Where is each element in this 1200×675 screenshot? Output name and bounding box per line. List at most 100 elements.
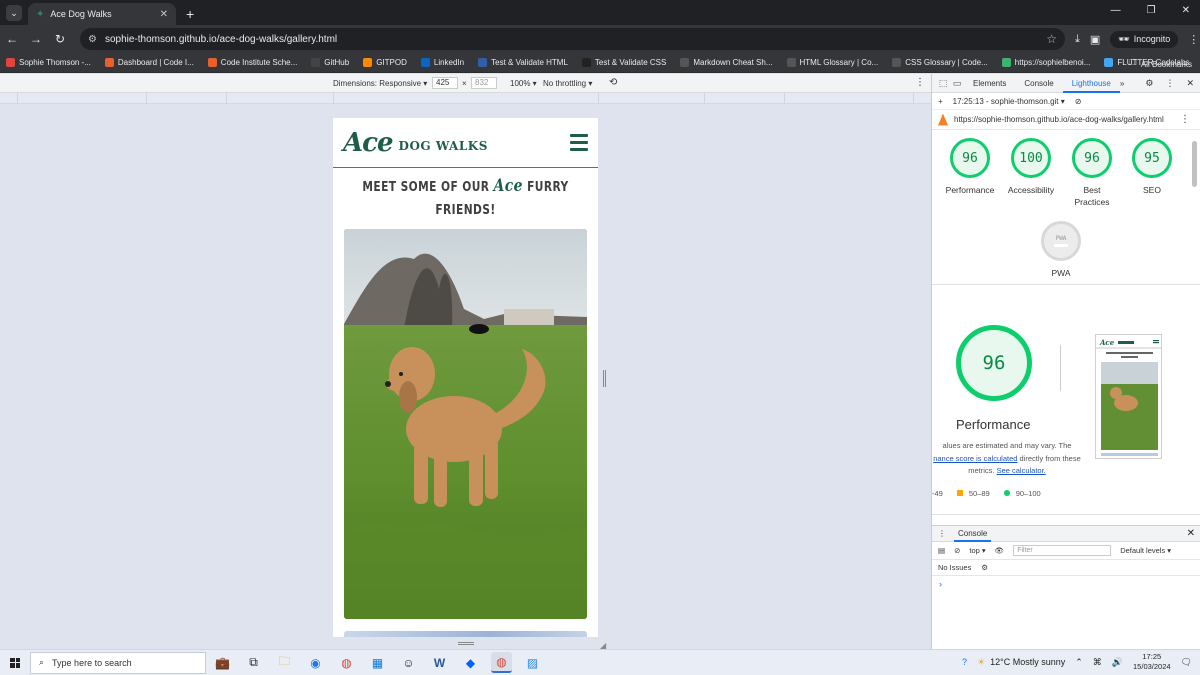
tab-console[interactable]: Console — [1015, 74, 1062, 93]
bookmark-item[interactable]: Test & Validate HTML — [478, 58, 568, 67]
photos-app-icon[interactable]: ▨ — [522, 652, 543, 673]
bookmark-item[interactable]: Markdown Cheat Sh... — [680, 58, 773, 67]
console-prompt[interactable]: › — [932, 576, 1200, 589]
page-screenshot-thumbnail[interactable]: Ace — [1095, 334, 1162, 459]
context-selector[interactable]: top ▾ — [969, 546, 985, 555]
drawer-menu-icon[interactable]: ⋮ — [938, 529, 946, 538]
hamburger-menu-icon[interactable] — [570, 134, 588, 151]
dimensions-dropdown[interactable]: Dimensions: Responsive ▾ — [333, 79, 427, 88]
resize-handle-bottom[interactable] — [458, 642, 474, 645]
score-performance[interactable]: 96 Performance — [940, 138, 1000, 196]
score-best-practices[interactable]: 96 Best Practices — [1062, 138, 1122, 208]
task-view-icon[interactable]: ⧉ — [243, 652, 264, 673]
lighthouse-scrollbar[interactable] — [1192, 139, 1199, 524]
drawer-close-icon[interactable]: ✕ — [1187, 528, 1200, 539]
bookmark-item[interactable]: https://sophielbenoi... — [1001, 58, 1090, 67]
site-info-icon[interactable]: ⚙ — [88, 34, 97, 45]
help-icon[interactable]: ? — [962, 657, 967, 667]
chrome-icon[interactable]: ◍ — [336, 652, 357, 673]
score-calculated-link[interactable]: nance score is calculated — [933, 454, 1017, 463]
tray-chevron-icon[interactable]: ⌃ — [1075, 657, 1083, 668]
device-toolbar-icon[interactable]: ▭ — [950, 78, 964, 89]
download-icon[interactable]: ⤓ — [1075, 33, 1080, 46]
site-logo-text[interactable]: DOG WALKS — [399, 139, 488, 153]
throttling-dropdown[interactable]: No throttling ▾ — [543, 79, 592, 88]
briefcase-app-icon[interactable]: 💼 — [212, 652, 233, 673]
legend-low: -49 — [932, 489, 943, 498]
bookmark-item[interactable]: GITPOD — [363, 58, 407, 67]
tab-lighthouse[interactable]: Lighthouse — [1062, 74, 1120, 93]
back-icon[interactable]: ← — [0, 32, 24, 46]
see-calculator-link[interactable]: See calculator. — [997, 466, 1046, 475]
tab-ace-dog-walks[interactable]: ✦ Ace Dog Walks ✕ — [28, 3, 176, 25]
word-icon[interactable]: W — [429, 652, 450, 673]
chrome-incognito-icon[interactable]: ◍ — [491, 652, 512, 673]
score-seo[interactable]: 95 SEO — [1122, 138, 1182, 196]
forward-icon[interactable]: → — [24, 32, 48, 46]
live-expression-eye-icon[interactable]: 👁 — [995, 546, 1005, 555]
width-input[interactable]: 425 — [432, 77, 458, 89]
reload-icon[interactable]: ↻ — [48, 32, 72, 46]
score-pwa[interactable]: PWA PWA — [1031, 221, 1091, 279]
height-input[interactable]: 832 — [471, 77, 497, 89]
taskbar-search[interactable]: ⌕ Type here to search — [30, 651, 206, 674]
settings-gear-icon[interactable]: ⚙ — [1145, 78, 1153, 89]
dropbox-icon[interactable]: ◆ — [460, 652, 481, 673]
report-selector[interactable]: 17:25:13 - sophie-thomson.git ▾ — [953, 97, 1065, 106]
zoom-dropdown[interactable]: 100% ▾ — [510, 79, 537, 88]
start-button[interactable] — [0, 657, 30, 668]
new-tab-button[interactable]: + — [186, 6, 194, 22]
rotate-icon[interactable]: ⟲ — [609, 77, 617, 88]
emoji-app-icon[interactable]: ☺ — [398, 652, 419, 673]
log-levels-dropdown[interactable]: Default levels ▾ — [1120, 546, 1171, 555]
bookmark-item[interactable]: Sophie Thomson -... — [6, 58, 91, 67]
close-window-icon[interactable]: ✕ — [1182, 5, 1190, 16]
score-accessibility[interactable]: 100 Accessibility — [1001, 138, 1061, 196]
file-explorer-icon[interactable]: 🗀 — [274, 652, 295, 673]
notifications-icon[interactable]: 🗨 — [1181, 657, 1192, 668]
menu-kebab-icon[interactable]: ⋮ — [1188, 33, 1199, 46]
network-icon[interactable]: ⌘ — [1093, 657, 1102, 668]
more-tabs-icon[interactable]: » — [1120, 79, 1124, 88]
maximize-icon[interactable]: ❐ — [1147, 5, 1156, 16]
minimize-icon[interactable]: — — [1111, 5, 1121, 16]
weather-widget[interactable]: ☀ 12°C Mostly sunny — [977, 657, 1065, 668]
bookmark-star-icon[interactable]: ☆ — [1046, 32, 1057, 46]
bookmark-item[interactable]: Code Institute Sche... — [207, 58, 297, 67]
clear-console-icon[interactable]: ⊘ — [954, 546, 960, 555]
edge-icon[interactable]: ◉ — [305, 652, 326, 673]
new-report-icon[interactable]: + — [938, 97, 943, 106]
tab-elements[interactable]: Elements — [964, 74, 1015, 93]
address-bar[interactable]: ⚙ sophie-thomson.github.io/ace-dog-walks… — [80, 28, 1065, 50]
tab-title: Ace Dog Walks — [50, 9, 112, 19]
calculator-icon[interactable]: ▦ — [367, 652, 388, 673]
inspect-element-icon[interactable]: ⬚ — [936, 78, 950, 89]
clock[interactable]: 17:25 15/03/2024 — [1133, 652, 1171, 672]
bookmark-item[interactable]: CSS Glossary | Code... — [892, 58, 988, 67]
volume-icon[interactable]: 🔊 — [1112, 657, 1123, 668]
tab-search-button[interactable]: ⌄ — [6, 5, 22, 21]
tab-close-icon[interactable]: ✕ — [160, 9, 168, 20]
incognito-indicator[interactable]: 🕶 Incognito — [1110, 30, 1179, 48]
console-settings-icon[interactable]: ⚙ — [981, 563, 988, 572]
site-logo-ace[interactable]: Ace — [343, 128, 394, 158]
bookmark-label: HTML Glossary | Co... — [799, 58, 879, 67]
drawer-tab-console[interactable]: Console — [954, 526, 992, 542]
address-url[interactable]: sophie-thomson.github.io/ace-dog-walks/g… — [105, 34, 1038, 45]
devtools-menu-icon[interactable]: ⋮ — [1165, 78, 1174, 89]
bookmark-item[interactable]: Test & Validate CSS — [581, 58, 666, 67]
report-menu-icon[interactable]: ⋮ — [1180, 114, 1200, 125]
sidebar-toggle-icon[interactable]: ▤ — [938, 546, 945, 555]
bookmark-item[interactable]: HTML Glossary | Co... — [786, 58, 879, 67]
clear-reports-icon[interactable]: ⊘ — [1075, 97, 1082, 106]
bookmark-item[interactable]: GitHub — [311, 58, 349, 67]
device-more-icon[interactable]: ⋮ — [915, 77, 925, 88]
bookmark-item[interactable]: Dashboard | Code I... — [104, 58, 194, 67]
resize-handle-right[interactable] — [603, 370, 606, 387]
devtools-close-icon[interactable]: ✕ — [1186, 78, 1194, 89]
bookmark-item[interactable]: LinkedIn — [420, 58, 464, 67]
all-bookmarks-button[interactable]: 🗀 All Bookmarks — [1129, 57, 1192, 71]
issues-count[interactable]: No Issues — [938, 563, 971, 572]
side-panel-icon[interactable]: ▣ — [1090, 33, 1100, 46]
console-filter-input[interactable]: Filter — [1013, 545, 1112, 556]
